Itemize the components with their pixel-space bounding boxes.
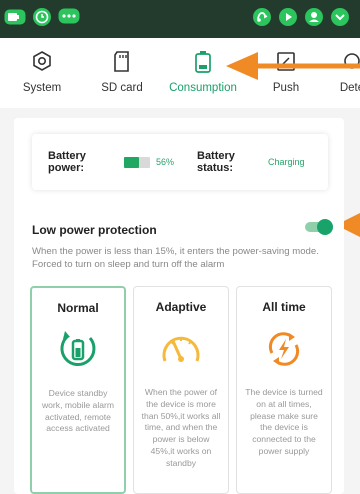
user-icon: [304, 7, 324, 32]
tab-system[interactable]: System: [0, 38, 84, 108]
mode-all-time[interactable]: All time The device is turned on at all …: [236, 286, 332, 494]
battery-status-label: Battery status:: [197, 150, 235, 174]
settings-hexagon-icon: [31, 50, 53, 74]
low-power-toggle[interactable]: [303, 219, 333, 235]
mode-title: All time: [262, 300, 306, 314]
chat-icon: [58, 8, 80, 31]
battery-power-value: 56%: [156, 157, 175, 167]
mode-description: Device standby work, mobile alarm activa…: [41, 388, 115, 434]
chevron-down-icon: [330, 7, 350, 32]
swipe-icon: [252, 7, 272, 32]
mode-description: When the power of the device is more tha…: [141, 387, 221, 468]
battery-info-card: Battery power: 56% Battery status: Charg…: [32, 134, 328, 190]
sd-card-icon: [111, 50, 133, 74]
battery-icon: [192, 50, 214, 74]
battery-level-fill: [124, 157, 139, 168]
mode-title: Normal: [57, 301, 99, 315]
status-bar: [0, 0, 360, 38]
annotation-arrow-consumption: [226, 52, 360, 80]
battery-status-value: Charging: [268, 157, 305, 167]
tab-label: SD card: [101, 82, 143, 94]
battery-refresh-icon: [56, 328, 100, 372]
battery-toggle-icon: [4, 9, 26, 30]
consumption-panel: Battery power: 56% Battery status: Charg…: [14, 118, 344, 494]
play-icon: [278, 7, 298, 32]
mode-normal[interactable]: Normal Device standby work, mobile alarm…: [30, 286, 126, 494]
mode-description: The device is turned on at all times, pl…: [245, 387, 323, 456]
lightning-refresh-icon: [262, 327, 306, 371]
battery-level-bar: [124, 157, 150, 168]
battery-power-label: Battery power:: [48, 150, 86, 174]
mode-adaptive[interactable]: Adaptive When the power of the device is…: [133, 286, 229, 494]
low-power-title: Low power protection: [32, 223, 157, 237]
tab-label: System: [22, 82, 62, 94]
clock-icon: [32, 7, 52, 32]
toggle-knob: [317, 219, 333, 235]
mode-title: Adaptive: [155, 300, 207, 314]
gauge-icon: [159, 327, 203, 371]
tab-sd-card[interactable]: SD card: [80, 38, 164, 108]
low-power-description: When the power is less than 15%, it ente…: [32, 246, 319, 270]
mode-options: Normal Device standby work, mobile alarm…: [30, 286, 332, 494]
